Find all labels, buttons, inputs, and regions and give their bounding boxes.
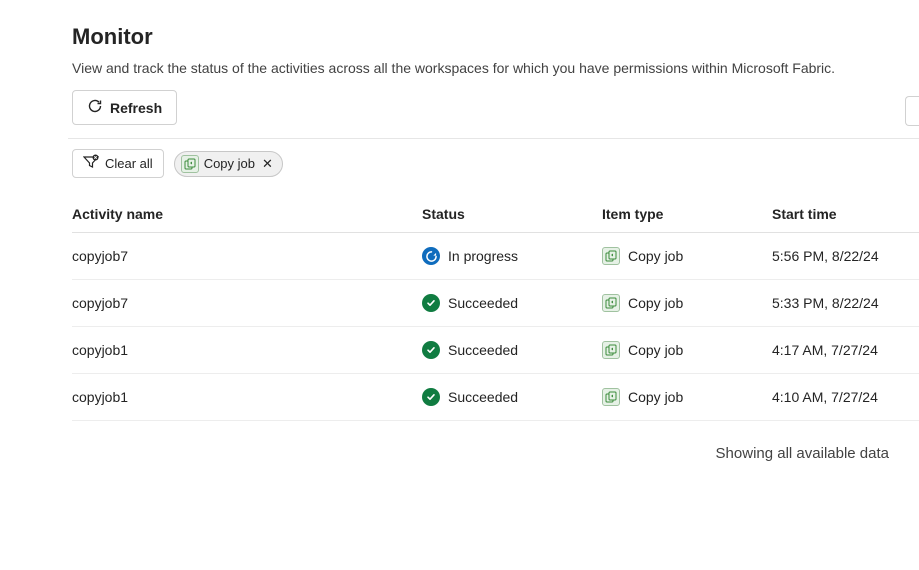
clear-all-button[interactable]: Clear all [72,149,164,178]
cell-start-time: 5:33 PM, 8/22/24 [772,280,919,327]
cell-status: Succeeded [422,374,602,421]
cell-activity-name: copyjob1 [72,327,422,374]
status-label: Succeeded [448,295,518,311]
col-header-start-time[interactable]: Start time [772,196,919,233]
cell-item-type: Copy job [602,327,772,374]
cell-item-type: Copy job [602,280,772,327]
clear-all-label: Clear all [105,156,153,171]
copy-job-icon [602,341,620,359]
page-subtitle: View and track the status of the activit… [72,60,919,76]
page-title: Monitor [72,24,919,50]
filter-chip-copy-job[interactable]: Copy job ✕ [174,151,283,177]
toolbar-divider [68,138,919,139]
succeeded-icon [422,294,440,312]
cell-activity-name: copyjob1 [72,374,422,421]
copy-job-icon [602,388,620,406]
status-label: Succeeded [448,389,518,405]
refresh-icon [87,98,103,117]
cell-start-time: 4:10 AM, 7/27/24 [772,374,919,421]
status-label: In progress [448,248,518,264]
col-header-item-type[interactable]: Item type [602,196,772,233]
copy-job-icon [602,247,620,265]
copy-job-icon [181,155,199,173]
refresh-button[interactable]: Refresh [72,90,177,125]
table-row[interactable]: copyjob7 In progress Copy job 5:56 PM, 8/22… [72,233,919,280]
filter-chip-label: Copy job [204,156,255,171]
cell-start-time: 5:56 PM, 8/22/24 [772,233,919,280]
item-type-label: Copy job [628,389,683,405]
table-row[interactable]: copyjob1 Succeeded Copy job 4:17 AM, 7/27/2… [72,327,919,374]
table-header-row: Activity name Status Item type Start tim… [72,196,919,233]
cell-status: Succeeded [422,280,602,327]
copy-job-icon [602,294,620,312]
cell-status: In progress [422,233,602,280]
close-icon: ✕ [262,156,273,172]
item-type-label: Copy job [628,295,683,311]
footer-note: Showing all available data [72,421,919,462]
status-label: Succeeded [448,342,518,358]
cell-activity-name: copyjob7 [72,233,422,280]
col-header-activity[interactable]: Activity name [72,196,422,233]
activities-table: Activity name Status Item type Start tim… [72,196,919,421]
right-panel-toggle[interactable] [905,96,919,126]
col-header-status[interactable]: Status [422,196,602,233]
succeeded-icon [422,341,440,359]
table-row[interactable]: copyjob7 Succeeded Copy job 5:33 PM, 8/22/2… [72,280,919,327]
refresh-label: Refresh [110,100,162,116]
in-progress-icon [422,247,440,265]
item-type-label: Copy job [628,248,683,264]
cell-status: Succeeded [422,327,602,374]
table-row[interactable]: copyjob1 Succeeded Copy job 4:10 AM, 7/27/2… [72,374,919,421]
cell-start-time: 4:17 AM, 7/27/24 [772,327,919,374]
filter-clear-icon [83,154,99,173]
cell-activity-name: copyjob7 [72,280,422,327]
item-type-label: Copy job [628,342,683,358]
cell-item-type: Copy job [602,233,772,280]
succeeded-icon [422,388,440,406]
cell-item-type: Copy job [602,374,772,421]
